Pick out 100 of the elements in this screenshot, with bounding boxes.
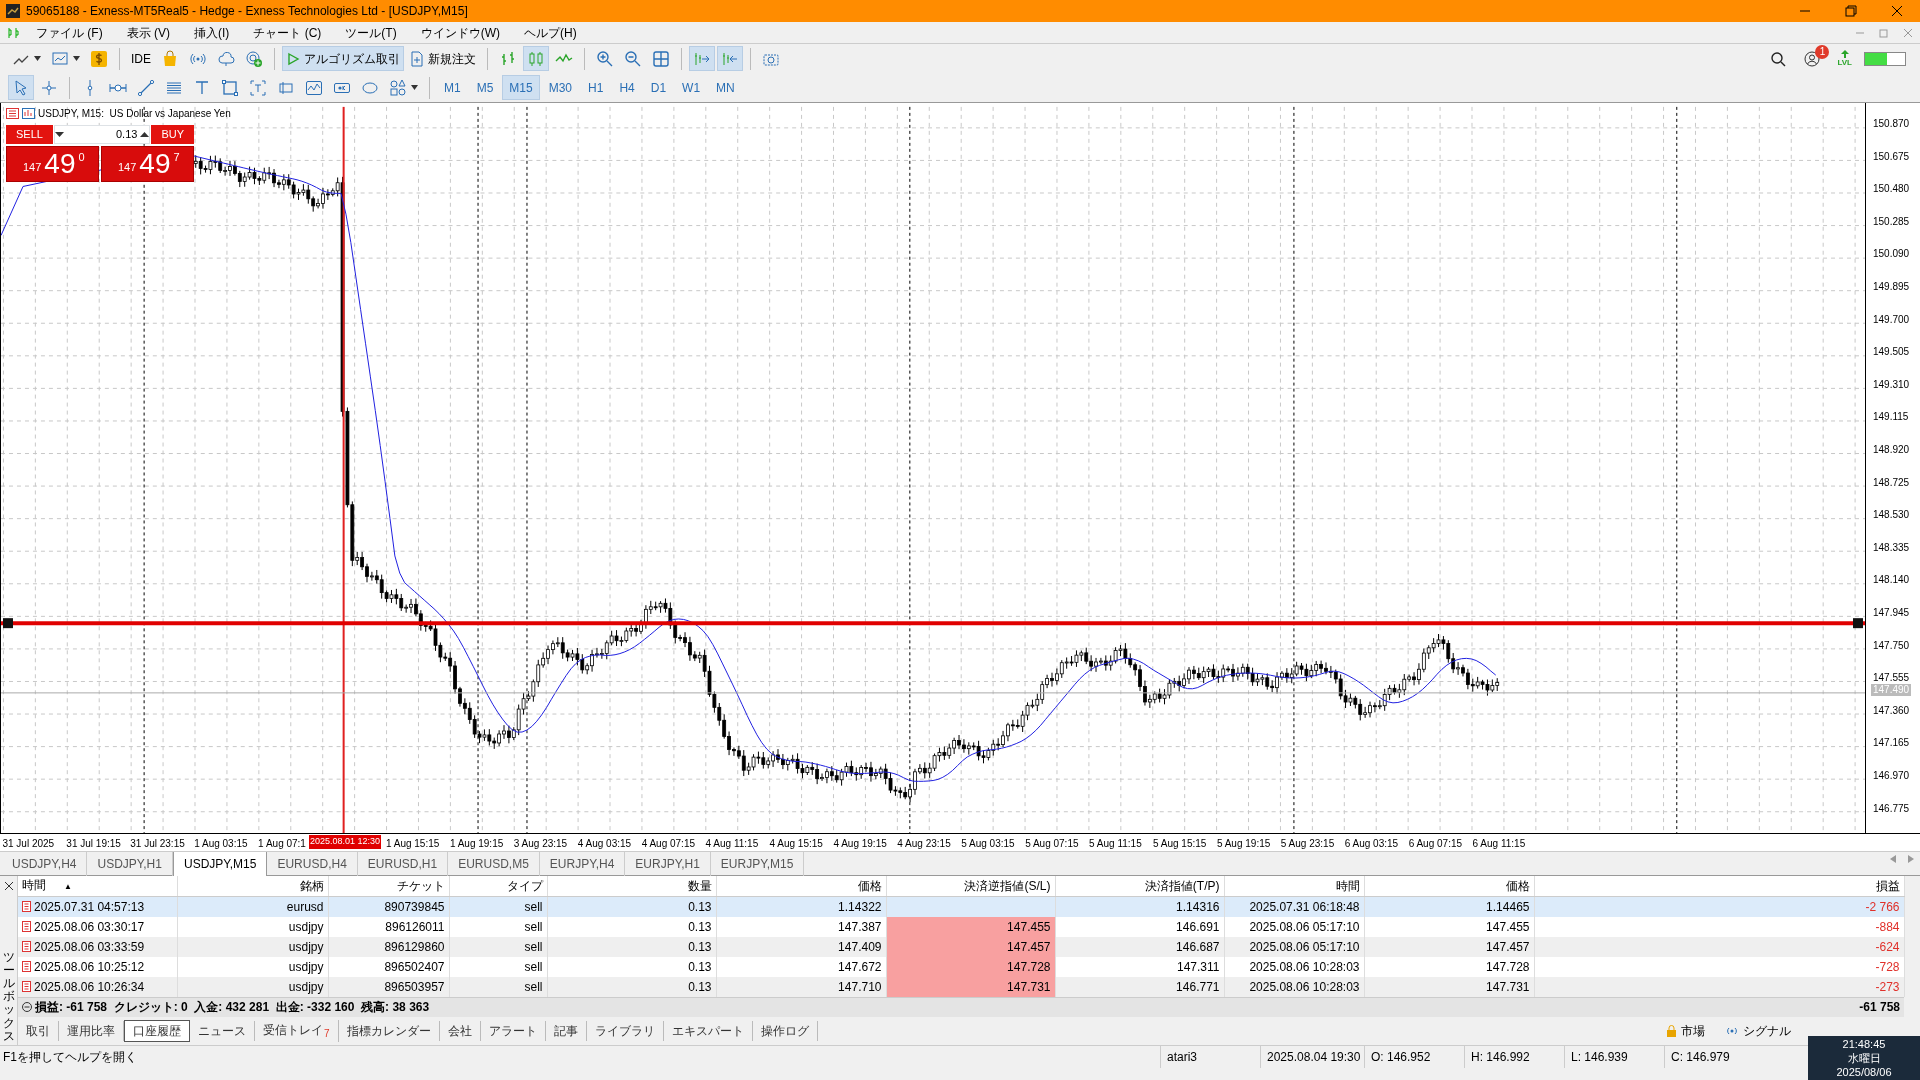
price-label: 147.165 <box>1873 737 1910 750</box>
timeframe-button[interactable]: D1 <box>643 75 674 100</box>
volume-field[interactable]: 0.13 <box>53 125 151 144</box>
bar-chart-icon <box>499 49 517 68</box>
price-label: 147.555 <box>1873 672 1910 685</box>
line-handle[interactable] <box>3 618 13 629</box>
timeframe-button[interactable]: H1 <box>581 75 611 100</box>
timeframe-button[interactable]: H4 <box>612 75 642 100</box>
column-header[interactable]: 銘柄 <box>177 876 328 897</box>
shapes-icon <box>389 78 407 97</box>
grid-icon <box>652 49 670 68</box>
panel-tab[interactable]: エキスパート <box>663 1020 753 1041</box>
time-label: 4 Aug 11:15 <box>705 837 759 851</box>
signal-strength-icon <box>1864 51 1906 66</box>
column-header[interactable]: 損益 <box>1534 876 1904 897</box>
panel-tab[interactable]: 指標カレンダー <box>338 1020 440 1041</box>
timeframe-button[interactable]: M1 <box>437 75 468 100</box>
open-price: O: 146.952 <box>1364 1045 1464 1068</box>
market-button[interactable]: 市場 <box>1662 1018 1709 1043</box>
table-row[interactable]: 2025.08.06 10:25:12 usdjpy 896502407 sell 0.13 147.672 147.728 147.311 2025.08.06 10:28:03 147.728 -728 <box>18 956 1904 977</box>
close-icon[interactable] <box>3 881 14 891</box>
column-header[interactable]: タイプ <box>449 876 547 897</box>
column-header[interactable]: 価格 <box>1364 876 1534 897</box>
menu-item[interactable]: ファイル (F) <box>24 23 115 42</box>
panel-tab[interactable]: ライブラリ <box>586 1020 664 1041</box>
column-header[interactable]: 決済指値(T/P) <box>1055 876 1224 897</box>
menu-item[interactable]: 挿入(I) <box>182 23 242 42</box>
user-icon <box>1803 49 1822 68</box>
timeframe-button[interactable]: M15 <box>502 75 540 100</box>
caret-icon <box>73 56 80 61</box>
order-icon <box>22 921 31 932</box>
timeframe-button[interactable]: M5 <box>469 75 501 100</box>
buy-button[interactable]: BUY <box>151 125 194 144</box>
table-row[interactable]: 2025.08.06 03:30:17 usdjpy 896126011 sell 0.13 147.387 147.455 146.691 2025.08.06 05:17:10 147.455 -884 <box>18 916 1904 937</box>
time-label: 1 Aug 15:15 <box>385 837 440 851</box>
column-header[interactable]: 時間 ▲ <box>18 876 177 897</box>
panel-tab[interactable]: 操作ログ <box>752 1020 818 1041</box>
menu-item[interactable]: ウインドウ(W) <box>408 23 512 42</box>
text-icon <box>193 78 211 97</box>
ide-button[interactable]: IDE <box>127 46 155 71</box>
table-row[interactable]: 2025.08.06 03:33:59 usdjpy 896129860 sell 0.13 147.409 147.457 146.687 2025.08.06 05:17:10 147.457 -624 <box>18 936 1904 957</box>
caret-icon[interactable] <box>54 132 64 137</box>
cloud-icon <box>217 49 235 68</box>
candlestick-icon <box>527 49 545 68</box>
list-icon <box>6 108 19 119</box>
time-label: 4 Aug 03:15 <box>577 837 632 851</box>
menu-item[interactable]: チャート (C) <box>241 23 334 42</box>
search-icon[interactable] <box>1769 49 1788 68</box>
price-label: 149.505 <box>1873 346 1910 359</box>
panel-tab[interactable]: 口座履歴 <box>124 1019 190 1042</box>
chart-shift-button[interactable] <box>717 46 743 71</box>
column-header[interactable]: 時間 <box>1224 876 1364 897</box>
panel-tab[interactable]: ニュース <box>190 1020 255 1041</box>
scroll-left-icon[interactable] <box>1890 855 1896 863</box>
collapse-icon[interactable] <box>22 1002 32 1012</box>
close-price: C: 146.979 <box>1664 1045 1764 1068</box>
column-header[interactable]: 決済逆指値(S/L) <box>886 876 1055 897</box>
restore-icon[interactable] <box>1842 2 1860 20</box>
candlestick-button[interactable] <box>523 46 549 71</box>
table-cell-text: 2025.08.06 03:30:17 <box>34 918 145 936</box>
signals-button[interactable]: シグナル <box>1721 1018 1795 1043</box>
column-header[interactable]: 価格 <box>716 876 886 897</box>
price-label: 147.360 <box>1873 704 1910 717</box>
timeframe-button[interactable]: M30 <box>541 75 580 100</box>
chart-tab[interactable]: USDJPY,M15 <box>172 852 268 877</box>
new-order-button[interactable]: 新規注文 <box>406 46 480 71</box>
trend-line-icon <box>137 78 155 97</box>
auto-scroll-button[interactable] <box>689 46 715 71</box>
panel-tab[interactable]: 記事 <box>545 1020 587 1041</box>
line-handle[interactable] <box>1853 618 1863 629</box>
sell-button[interactable]: SELL <box>6 125 53 144</box>
table-row[interactable]: 2025.07.31 04:57:13 eurusd 890739845 sell 0.13 1.14322 1.14316 2025.07.31 06:18:48 1.14465 -2 766 <box>18 896 1904 917</box>
time-label: 4 Aug 19:15 <box>833 837 887 851</box>
time-label: 5 Aug 03:15 <box>961 837 1015 851</box>
column-header[interactable]: チケット <box>328 876 449 897</box>
bar-time: 2025.08.04 19:30 <box>1260 1045 1364 1068</box>
menu-item[interactable]: 表示 (V) <box>114 23 182 42</box>
caret-up-icon[interactable] <box>140 132 150 137</box>
table-cell-text: 2025.07.31 04:57:13 <box>34 898 145 916</box>
table-cell: -624 <box>1534 936 1904 957</box>
panel-tab[interactable]: アラート <box>480 1020 546 1041</box>
price-label: 149.115 <box>1873 411 1909 424</box>
price-label: 150.090 <box>1873 248 1910 261</box>
time-label: 31 Jul 19:15 <box>66 837 121 851</box>
table-cell: -2 766 <box>1534 896 1904 917</box>
column-header[interactable]: 数量 <box>547 876 716 897</box>
panel-tab[interactable]: 受信トレイ$_{7}$ <box>255 1019 339 1042</box>
price-label: 149.310 <box>1873 378 1910 391</box>
time-label: 6 Aug 11:15 <box>1472 837 1526 851</box>
current-price-label: 147.490 <box>1871 683 1912 696</box>
menu-item[interactable]: ヘルプ(H) <box>512 23 589 42</box>
menu-item[interactable]: ツール(T) <box>333 23 409 42</box>
unread-count: 7 <box>324 1027 330 1039</box>
panel-tab[interactable]: 会社 <box>439 1020 481 1041</box>
timeframe-button[interactable]: MN <box>709 75 742 100</box>
table-row[interactable]: 2025.08.06 10:26:34 usdjpy 896503957 sell 0.13 147.710 147.731 146.771 2025.08.06 10:28:03 147.731 -273 <box>18 976 1904 997</box>
panel-tab[interactable]: 取引 <box>18 1020 59 1041</box>
algo-trading-button[interactable]: アルゴリズム取引 <box>282 46 404 71</box>
scroll-right-icon[interactable] <box>1908 855 1914 863</box>
timeframe-button[interactable]: W1 <box>675 75 708 100</box>
